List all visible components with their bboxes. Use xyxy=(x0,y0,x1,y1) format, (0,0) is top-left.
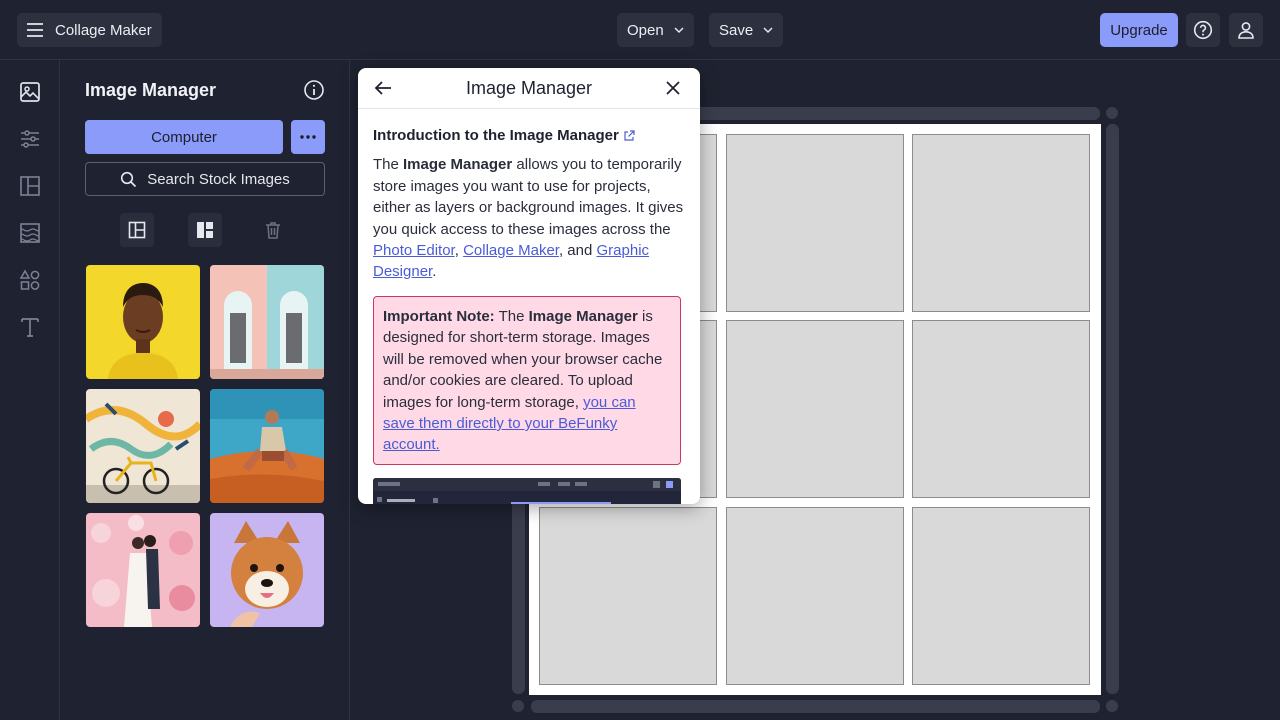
image-thumbnail-doors[interactable] xyxy=(210,265,324,379)
main-menu-button[interactable]: Collage Maker xyxy=(17,13,162,47)
collage-cell[interactable] xyxy=(726,507,904,685)
app-name: Collage Maker xyxy=(55,21,152,39)
text: The xyxy=(373,156,404,174)
image-thumbnail-wedding[interactable] xyxy=(86,513,200,627)
intro-link[interactable]: Introduction to the Image Manager xyxy=(373,125,685,146)
adjust-icon xyxy=(21,130,39,148)
chevron-down-icon xyxy=(674,27,684,34)
image-thumbnail-desert-man[interactable] xyxy=(210,389,324,503)
image-manager-panel: Image Manager Computer Search Stock Imag… xyxy=(60,60,350,720)
collage-cell[interactable] xyxy=(726,320,904,498)
collage-cell[interactable] xyxy=(726,134,904,312)
save-dropdown[interactable]: Save xyxy=(709,13,784,47)
chevron-down-icon xyxy=(763,27,773,34)
graphics-icon xyxy=(19,269,40,290)
trash-icon xyxy=(266,222,280,239)
image-thumbnail-portrait[interactable] xyxy=(86,265,200,379)
layout-fill-button[interactable] xyxy=(188,213,222,247)
search-icon xyxy=(121,171,137,187)
intro-link-text: Introduction to the Image Manager xyxy=(373,127,619,144)
text: , and xyxy=(558,242,597,260)
popup-body: Introduction to the Image Manager The Im… xyxy=(373,125,685,283)
text: , xyxy=(454,242,464,260)
important-note-box: Important Note: The Image Manager is des… xyxy=(373,296,681,465)
collage-cell[interactable] xyxy=(912,134,1090,312)
open-label: Open xyxy=(627,21,664,39)
rail-adjust[interactable] xyxy=(18,127,42,151)
image-manager-icon xyxy=(20,82,40,102)
close-icon[interactable] xyxy=(664,79,682,97)
open-dropdown[interactable]: Open xyxy=(617,13,694,47)
collage-cell[interactable] xyxy=(539,507,717,685)
more-options-button[interactable] xyxy=(291,120,325,154)
mural-bike-photo xyxy=(86,389,200,503)
autofill-button[interactable] xyxy=(120,213,154,247)
intro-paragraph: The Image Manager allows you to temporar… xyxy=(373,154,685,282)
search-stock-label: Search Stock Images xyxy=(147,170,290,188)
portrait-photo xyxy=(86,265,200,379)
help-button[interactable] xyxy=(1186,13,1220,47)
autofill-icon xyxy=(128,221,146,239)
canvas-resize-handle-bottom[interactable] xyxy=(531,700,1100,713)
text: The xyxy=(494,308,529,325)
rail-backgrounds[interactable] xyxy=(18,221,42,245)
user-icon xyxy=(1238,22,1254,39)
image-thumbnail-dog[interactable] xyxy=(210,513,324,627)
layouts-icon xyxy=(20,176,40,196)
desert-man-photo xyxy=(210,389,324,503)
rail-layouts[interactable] xyxy=(18,174,42,198)
tool-rail xyxy=(0,60,60,720)
photo-editor-link[interactable]: Photo Editor xyxy=(373,242,455,259)
doors-photo xyxy=(210,265,324,379)
text-icon xyxy=(21,318,39,337)
backgrounds-icon xyxy=(20,223,40,243)
collage-maker-link[interactable]: Collage Maker xyxy=(463,242,559,259)
dog-photo xyxy=(210,513,324,627)
image-thumbnail-mural-bike[interactable] xyxy=(86,389,200,503)
wedding-photo xyxy=(86,513,200,627)
layout-fill-icon xyxy=(197,222,213,238)
text: . xyxy=(432,263,437,281)
hamburger-icon xyxy=(27,23,43,37)
external-link-icon xyxy=(624,130,635,141)
canvas-corner xyxy=(1106,700,1118,712)
top-bar: Collage Maker Open Save Upgrade xyxy=(0,0,1280,60)
rail-image-manager[interactable] xyxy=(18,80,42,104)
info-icon[interactable] xyxy=(303,79,325,101)
help-popup: Image Manager Introduction to the Image … xyxy=(358,68,700,504)
upgrade-button[interactable]: Upgrade xyxy=(1100,13,1178,47)
account-button[interactable] xyxy=(1229,13,1263,47)
rail-graphics[interactable] xyxy=(18,268,42,292)
ellipsis-icon xyxy=(300,135,316,139)
help-icon xyxy=(1193,20,1213,40)
preview-graphic xyxy=(373,478,681,504)
popup-title: Image Manager xyxy=(465,78,593,98)
help-screenshot-preview xyxy=(373,478,681,504)
collage-cell[interactable] xyxy=(912,320,1090,498)
rail-text[interactable] xyxy=(18,315,42,339)
panel-title: Image Manager xyxy=(85,80,217,100)
canvas-resize-handle-right[interactable] xyxy=(1106,124,1119,694)
canvas-corner xyxy=(512,700,524,712)
delete-images-button[interactable] xyxy=(256,213,290,247)
note-label: Important Note: xyxy=(383,308,495,325)
search-stock-images-button[interactable]: Search Stock Images xyxy=(85,162,325,196)
text-bold: Image Manager xyxy=(403,156,513,174)
upload-computer-button[interactable]: Computer xyxy=(85,120,283,154)
save-label: Save xyxy=(719,21,754,39)
popup-header: Image Manager xyxy=(358,68,700,109)
collage-cell[interactable] xyxy=(912,507,1090,685)
text-bold: Image Manager xyxy=(528,308,638,325)
canvas-corner xyxy=(1106,107,1118,119)
